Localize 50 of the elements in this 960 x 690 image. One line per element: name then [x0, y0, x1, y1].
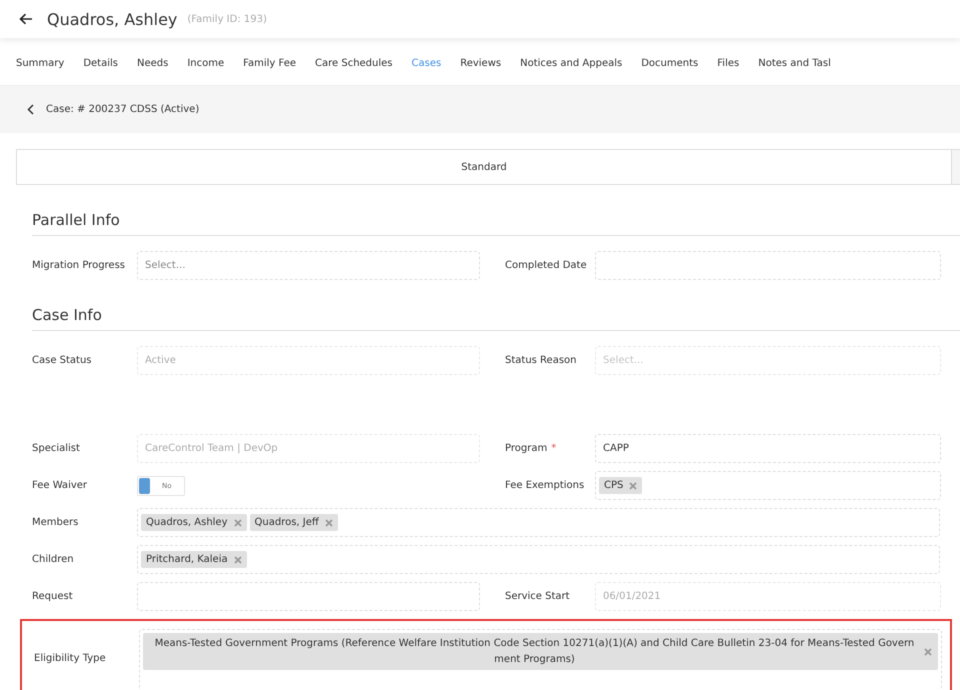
field-label: Fee Exemptions	[505, 480, 586, 491]
field-label: Migration Progress	[32, 260, 126, 271]
nav-tab[interactable]: Files	[717, 45, 740, 85]
nav-tab[interactable]: Documents	[641, 45, 698, 85]
nav-tab[interactable]: Notices and Appeals	[520, 45, 622, 85]
field-label: Case Status	[32, 355, 93, 366]
field-label: Eligibility Type	[34, 653, 107, 664]
tag-field[interactable]: Pritchard, Kaleia	[137, 545, 940, 574]
tag-chip: CPS	[599, 477, 642, 494]
field-label: Program *	[505, 443, 558, 454]
nav-tab[interactable]: Needs	[137, 45, 168, 85]
back-arrow-icon[interactable]	[19, 13, 33, 25]
tag-chip: Quadros, Jeff	[250, 514, 338, 531]
tag-field[interactable]: CPS	[595, 471, 941, 500]
field-label: Status Reason	[505, 355, 578, 366]
tag-chip: Pritchard, Kaleia	[141, 551, 247, 568]
back-chevron-icon[interactable]	[27, 104, 34, 115]
nav-tab[interactable]: Care Schedules	[315, 45, 393, 85]
nav-tab[interactable]: Summary	[16, 45, 64, 85]
required-mark: *	[551, 443, 556, 454]
field-label: Completed Date	[505, 260, 588, 271]
tag-chip: Means-Tested Government Programs (Reference Welfare Institution Code Section 10271(a)(1)(A) and Child Care Bulletin 23-04 for Means-Tested Government Programs)	[143, 633, 938, 670]
nav-tab[interactable]: Income	[187, 45, 224, 85]
field-label: Fee Waiver	[32, 480, 88, 491]
field-label: Service Start	[505, 591, 571, 602]
input-field[interactable]	[137, 582, 480, 611]
remove-icon[interactable]	[234, 556, 242, 564]
select-field[interactable]: Select...	[137, 251, 480, 280]
tag-field[interactable]: Means-Tested Government Programs (Reference Welfare Institution Code Section 10271(a)(1)(A) and Child Care Bulletin 23-04 for Means-Tested Government Programs)	[139, 629, 942, 690]
remove-icon[interactable]	[924, 648, 932, 656]
remove-icon[interactable]	[629, 482, 638, 490]
input-field[interactable]: CAPP	[595, 434, 941, 463]
field-label: Children	[32, 554, 75, 565]
field-label: Members	[32, 517, 80, 528]
tag-field[interactable]: Quadros, Ashley Quadros, Jeff	[137, 508, 940, 537]
section-heading: Parallel Info	[32, 211, 960, 236]
input-field[interactable]	[595, 251, 941, 280]
family-id: (Family ID: 193)	[187, 14, 267, 24]
case-breadcrumb[interactable]: Case: # 200237 CDSS (Active)	[46, 104, 200, 115]
nav-tab[interactable]: Family Fee	[243, 45, 296, 85]
tag-chip: Quadros, Ashley	[141, 514, 246, 531]
remove-icon[interactable]	[324, 518, 333, 526]
field-label: Specialist	[32, 443, 81, 454]
section-heading: Case Info	[32, 306, 960, 331]
remove-icon[interactable]	[234, 518, 242, 526]
nav-tab[interactable]: Details	[83, 45, 118, 85]
nav-tab[interactable]: Reviews	[460, 45, 502, 85]
field-label: Request	[32, 591, 74, 602]
nav-tab[interactable]: Notes and Tasl	[758, 45, 831, 85]
page-title: Quadros, Ashley	[47, 10, 178, 28]
